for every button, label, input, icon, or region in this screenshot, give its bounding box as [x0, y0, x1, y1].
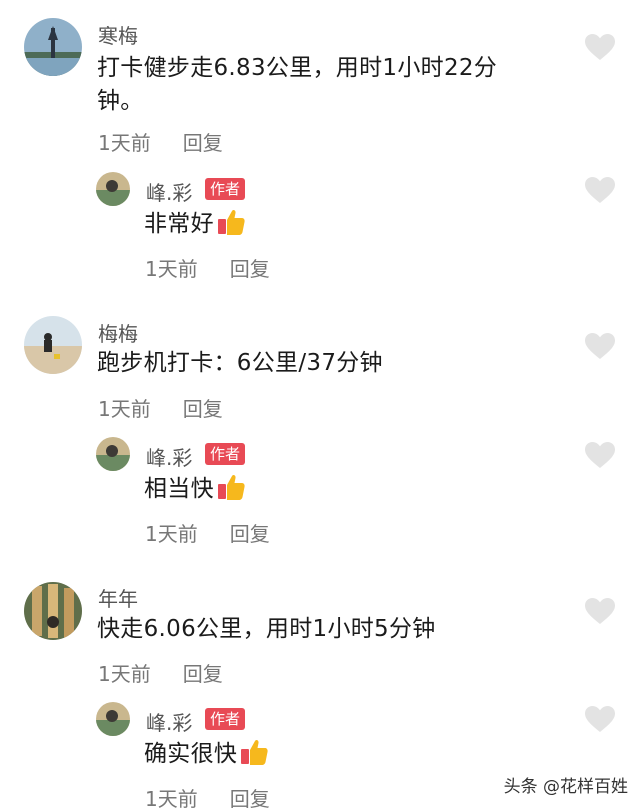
- heart-icon[interactable]: [584, 705, 616, 733]
- reply-button[interactable]: 回复: [183, 131, 223, 155]
- comment-text: 快走6.06公里，用时1小时5分钟: [97, 613, 436, 646]
- comment-text-line: 钟。: [97, 88, 144, 114]
- heart-icon[interactable]: [584, 176, 616, 204]
- comment-time: 1天前: [98, 397, 151, 421]
- thumbs-up-icon: [241, 739, 268, 765]
- avatar[interactable]: [24, 18, 82, 76]
- reply-meta: 1天前 回复: [145, 253, 270, 282]
- reply-text-content: 非常好: [144, 211, 214, 237]
- reply-avatar[interactable]: [96, 172, 130, 206]
- reply-avatar[interactable]: [96, 702, 130, 736]
- reply-button[interactable]: 回复: [230, 787, 270, 811]
- author-badge: 作者: [205, 178, 246, 200]
- reply-button[interactable]: 回复: [183, 662, 223, 686]
- heart-icon[interactable]: [584, 332, 616, 360]
- reply-time: 1天前: [145, 787, 198, 811]
- reply-button[interactable]: 回复: [230, 257, 270, 281]
- reply-text: 相当快: [144, 472, 246, 506]
- comment-text-line: 跑步机打卡：6公里/37分钟: [97, 350, 383, 376]
- reply-name[interactable]: 峰.彩: [146, 177, 192, 206]
- avatar[interactable]: [24, 582, 82, 640]
- reply-text-content: 相当快: [144, 476, 214, 502]
- thumbs-up-icon: [217, 209, 245, 235]
- heart-icon[interactable]: [584, 33, 616, 61]
- reply-button[interactable]: 回复: [183, 397, 223, 421]
- reply-name[interactable]: 峰.彩: [146, 707, 192, 736]
- thumbs-up-icon: [217, 474, 245, 500]
- reply-meta: 1天前 回复: [145, 783, 270, 812]
- reply-text: 确实很快: [144, 737, 269, 771]
- comment-meta: 1天前 回复: [98, 393, 223, 422]
- commenter-name[interactable]: 梅梅: [98, 318, 138, 347]
- avatar[interactable]: [24, 316, 82, 374]
- reply-meta: 1天前 回复: [145, 518, 270, 547]
- reply-name[interactable]: 峰.彩: [146, 442, 192, 471]
- author-badge: 作者: [205, 443, 246, 465]
- reply-text: 非常好: [144, 207, 246, 241]
- commenter-name[interactable]: 寒梅: [98, 20, 138, 49]
- comment-text: 打卡健步走6.83公里，用时1小时22分 钟。: [97, 52, 497, 118]
- comment-time: 1天前: [98, 131, 151, 155]
- comment-text: 跑步机打卡：6公里/37分钟: [97, 347, 383, 380]
- reply-time: 1天前: [145, 522, 198, 546]
- reply-button[interactable]: 回复: [230, 522, 270, 546]
- comment-text-line: 快走6.06公里，用时1小时5分钟: [97, 616, 436, 642]
- reply-avatar[interactable]: [96, 437, 130, 471]
- author-badge: 作者: [205, 708, 246, 730]
- heart-icon[interactable]: [584, 441, 616, 469]
- comment-meta: 1天前 回复: [98, 127, 223, 156]
- reply-time: 1天前: [145, 257, 198, 281]
- comment-time: 1天前: [98, 662, 151, 686]
- reply-text-content: 确实很快: [144, 741, 238, 767]
- commenter-name[interactable]: 年年: [98, 583, 138, 612]
- comment-text-line: 打卡健步走6.83公里，用时1小时22分: [97, 55, 498, 81]
- watermark: 头条 @花样百姓: [503, 777, 628, 797]
- comment-meta: 1天前 回复: [98, 658, 223, 687]
- heart-icon[interactable]: [584, 597, 616, 625]
